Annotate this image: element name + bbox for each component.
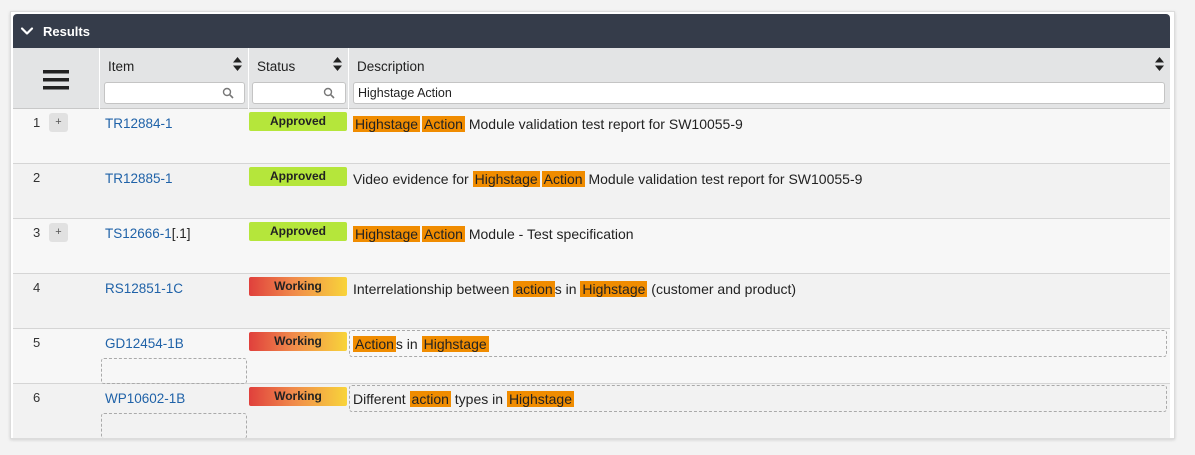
- description-segment: s in: [554, 281, 581, 297]
- table-header: Item Status Description Highstage Action: [13, 48, 1170, 109]
- table-row[interactable]: 5 GD12454-1B Working Action s in Highstage: [13, 329, 1170, 384]
- row-number: 4: [33, 280, 41, 295]
- search-highlight: Highstage: [580, 281, 648, 297]
- search-highlight: Highstage: [421, 336, 489, 352]
- description-text: Interrelationship between action s in Hig…: [353, 279, 796, 300]
- description-segment: s in: [395, 336, 422, 352]
- item-id[interactable]: TR12884-1: [105, 116, 173, 131]
- results-table: Item Status Description Highstage Action…: [13, 48, 1170, 438]
- status-badge: Working: [249, 387, 347, 406]
- hamburger-menu-icon[interactable]: [43, 69, 69, 91]
- sort-icon[interactable]: [1155, 57, 1164, 71]
- status-badge: Approved: [249, 112, 347, 131]
- search-icon: [222, 87, 234, 99]
- row-number: 3: [33, 225, 41, 240]
- row-number: 2: [33, 170, 41, 185]
- item-column-header[interactable]: Item: [100, 48, 249, 109]
- table-row[interactable]: 6 WP10602-1B Working Different action types…: [13, 384, 1170, 438]
- search-highlight: Action: [353, 336, 396, 352]
- item-id[interactable]: TR12885-1: [105, 171, 173, 186]
- results-panel-header[interactable]: Results: [13, 14, 1170, 48]
- description-text: Different action types in Highstage: [353, 389, 574, 410]
- row-number: 1: [33, 115, 41, 130]
- expand-button[interactable]: +: [49, 113, 68, 132]
- item-link[interactable]: TR12884-1: [105, 116, 173, 131]
- row-number: 6: [33, 390, 41, 405]
- search-highlight: action: [513, 281, 555, 297]
- panel-title: Results: [43, 23, 90, 39]
- table-row[interactable]: 1 + TR12884-1 Approved Highstage Action Modul…: [13, 109, 1170, 164]
- search-highlight: Highstage: [506, 391, 574, 407]
- item-edit-field[interactable]: [101, 413, 247, 438]
- expand-button[interactable]: +: [49, 223, 68, 242]
- description-text: Video evidence for Highstage Action Modul…: [353, 169, 862, 190]
- row-number: 5: [33, 335, 41, 350]
- chevron-down-icon[interactable]: [20, 24, 34, 38]
- search-highlight: Action: [422, 226, 465, 242]
- description-segment: Module validation test report for SW1005…: [584, 171, 863, 187]
- status-column-label: Status: [257, 59, 296, 74]
- sort-icon[interactable]: [333, 57, 342, 71]
- status-badge: Working: [249, 277, 347, 296]
- item-link[interactable]: TR12885-1: [105, 171, 173, 186]
- table-row[interactable]: 4 RS12851-1C Working Interrelationship betw…: [13, 274, 1170, 329]
- search-highlight: Action: [422, 116, 465, 132]
- status-column-header[interactable]: Status: [249, 48, 349, 109]
- item-id[interactable]: GD12454-1B: [105, 336, 184, 351]
- description-filter-input[interactable]: [353, 82, 1165, 104]
- description-text: Action s in Highstage: [353, 334, 489, 355]
- item-link[interactable]: TS12666-1[.1]: [105, 226, 191, 241]
- status-badge: Approved: [249, 167, 347, 186]
- menu-column-header: [13, 48, 100, 109]
- item-id[interactable]: RS12851-1C: [105, 281, 183, 296]
- status-badge: Working: [249, 332, 347, 351]
- description-segment: (customer and product): [647, 281, 797, 297]
- description-segment: Module - Test specification: [464, 226, 634, 242]
- item-link[interactable]: GD12454-1B: [105, 336, 184, 351]
- description-segment: Video evidence for: [353, 171, 473, 187]
- description-column-header[interactable]: Description: [349, 48, 1170, 109]
- search-highlight: Highstage: [353, 116, 421, 132]
- description-segment: Module validation test report for SW1005…: [464, 116, 743, 132]
- search-highlight: Highstage: [472, 171, 540, 187]
- item-id[interactable]: TS12666-1: [105, 226, 172, 241]
- item-version-suffix: [.1]: [171, 226, 191, 241]
- item-link[interactable]: WP10602-1B: [105, 391, 185, 406]
- description-segment: types in: [450, 391, 507, 407]
- description-column-label: Description: [357, 59, 425, 74]
- item-edit-field[interactable]: [101, 358, 247, 384]
- description-text: Highstage Action Module - Test specificat…: [353, 224, 634, 245]
- sort-icon[interactable]: [233, 57, 242, 71]
- status-badge: Approved: [249, 222, 347, 241]
- item-link[interactable]: RS12851-1C: [105, 281, 183, 296]
- search-highlight: Highstage: [353, 226, 421, 242]
- item-column-label: Item: [108, 59, 135, 74]
- search-icon: [323, 87, 335, 99]
- description-text: Highstage Action Module validation test r…: [353, 114, 743, 135]
- table-row[interactable]: 3 + TS12666-1[.1] Approved Highstage Action M…: [13, 219, 1170, 274]
- item-id[interactable]: WP10602-1B: [105, 391, 185, 406]
- search-highlight: action: [409, 391, 451, 407]
- search-highlight: Action: [541, 171, 585, 187]
- description-segment: Interrelationship between: [353, 281, 514, 297]
- table-row[interactable]: 2 TR12885-1 Approved Video evidence for Hig…: [13, 164, 1170, 219]
- results-panel: Results Item Status Description Highstag…: [10, 11, 1175, 439]
- description-segment: Different: [353, 391, 410, 407]
